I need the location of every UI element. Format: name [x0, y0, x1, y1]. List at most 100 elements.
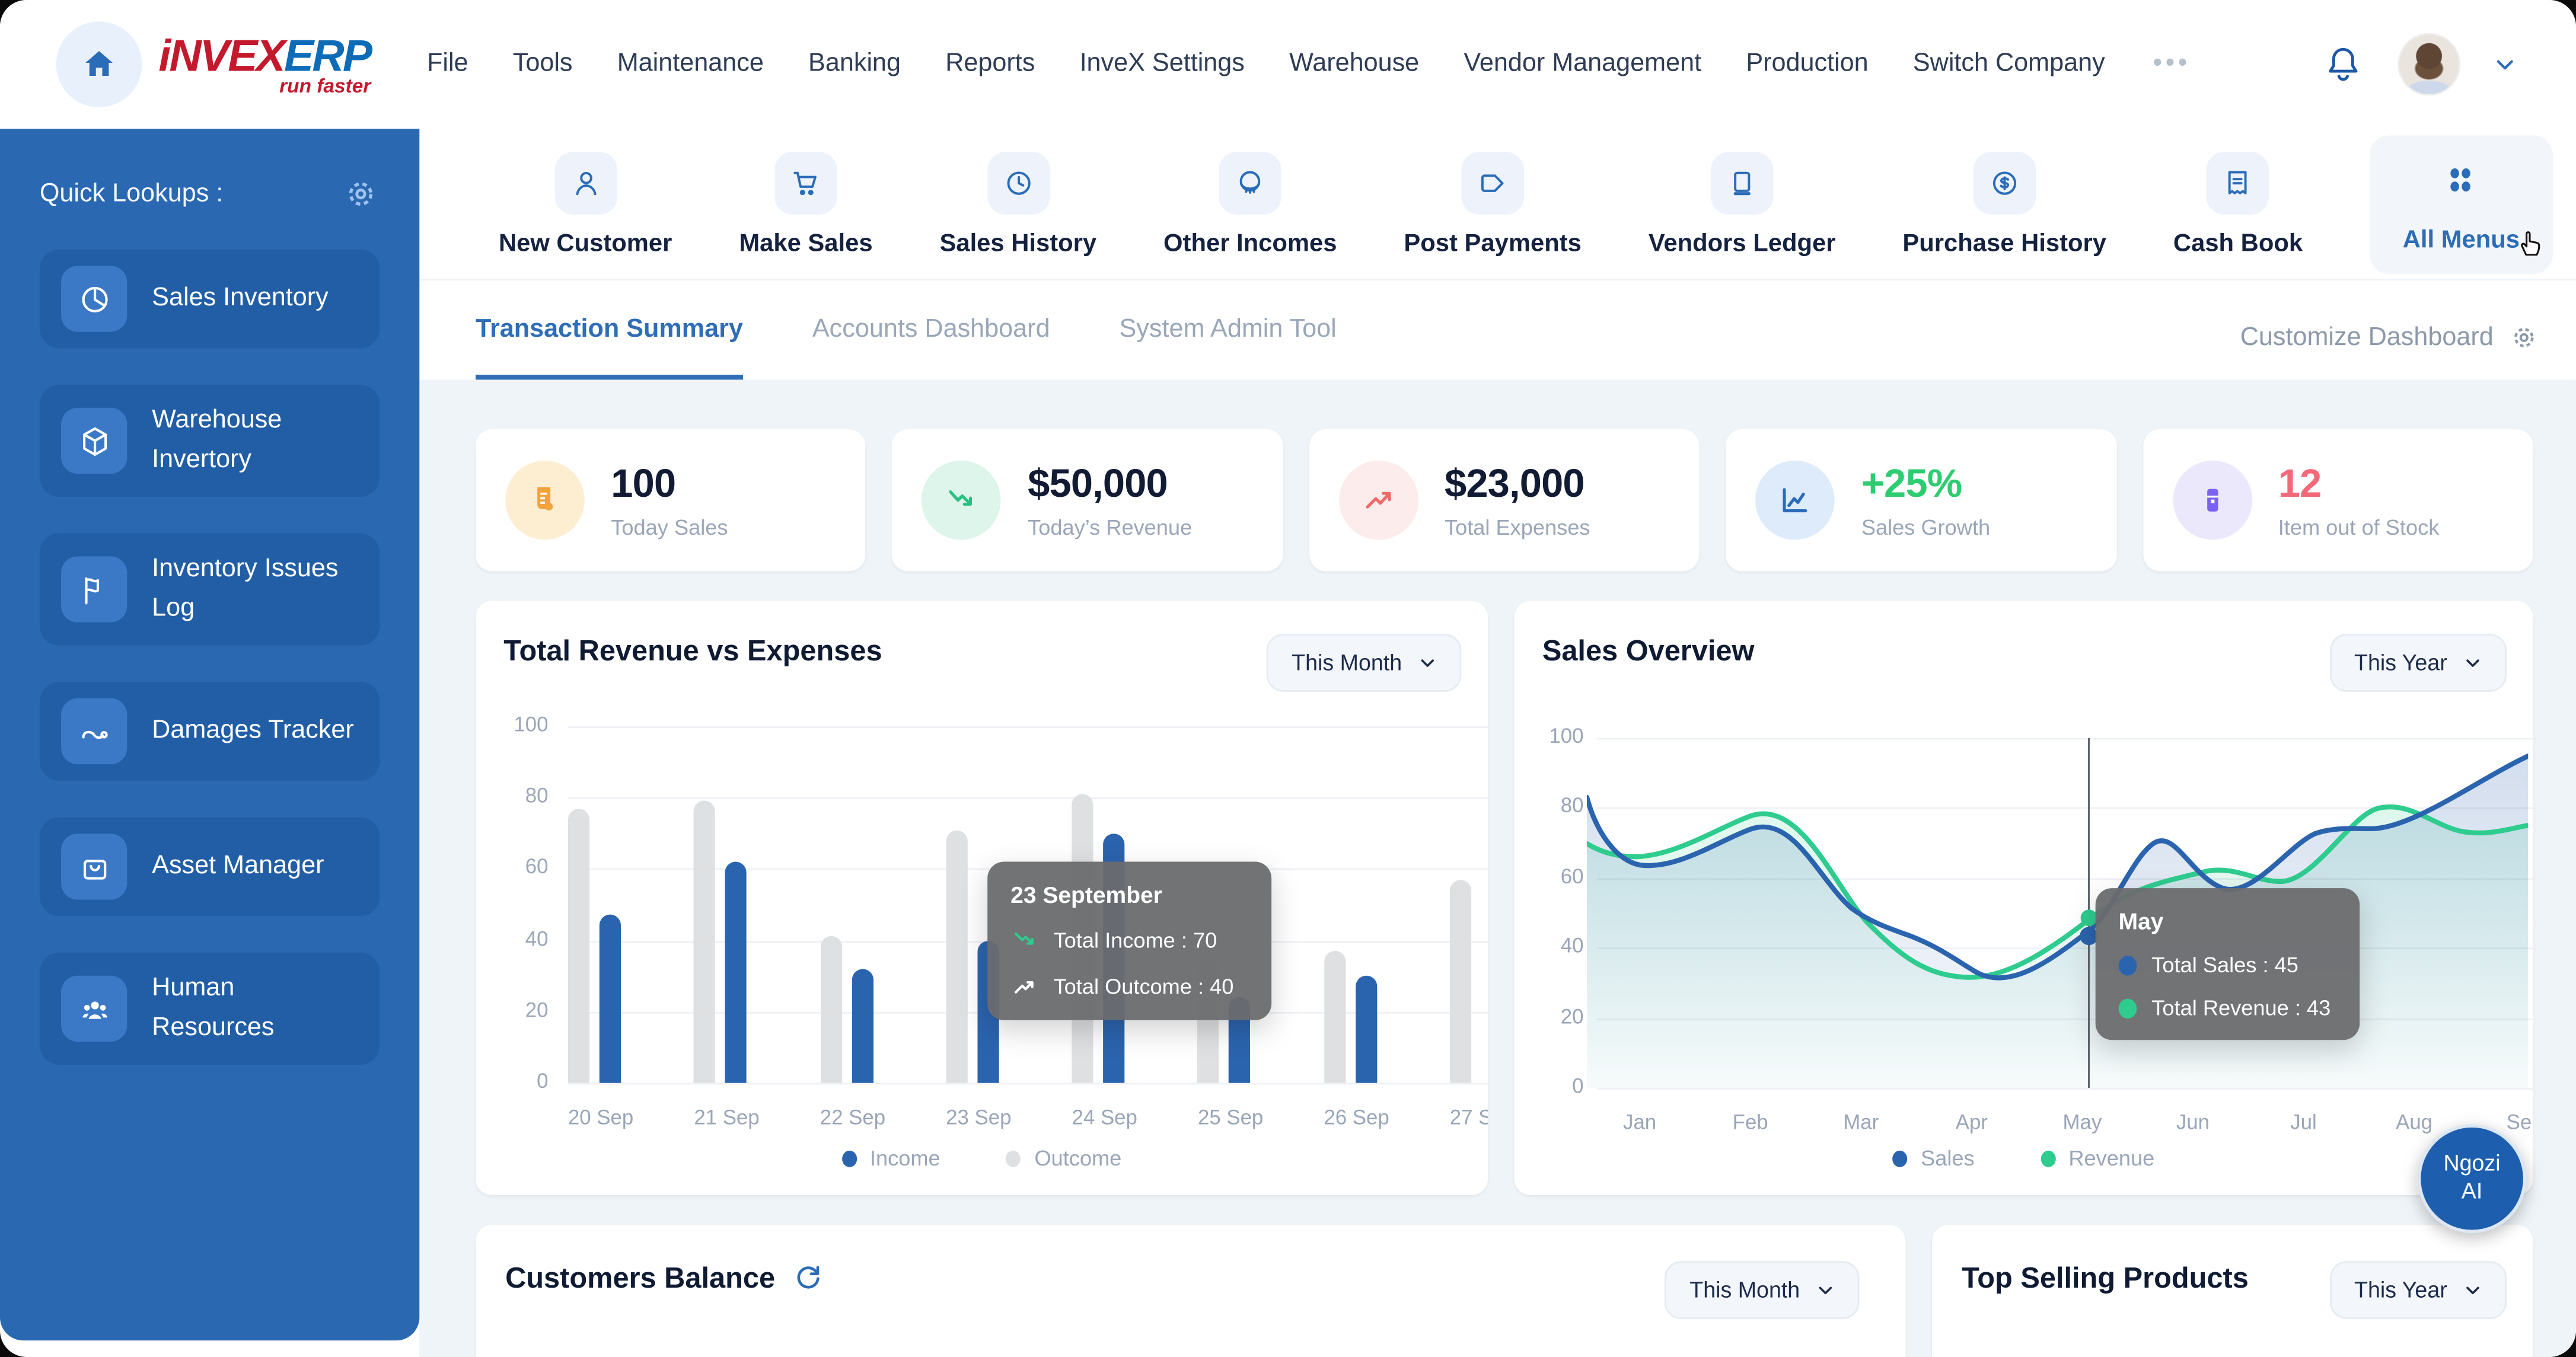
tab-system-admin-tool[interactable]: System Admin Tool — [1120, 315, 1337, 380]
logo-text-red: iNVEX — [158, 31, 284, 81]
action-cash-book[interactable]: Cash Book — [2173, 151, 2303, 257]
bar-outcome[interactable] — [946, 831, 967, 1083]
chevron-down-icon — [1418, 654, 1437, 672]
x-tick-label: Feb — [1733, 1111, 1768, 1134]
sidebar-item-damages-tracker[interactable]: Damages Tracker — [40, 682, 380, 781]
x-tick-label: May — [2062, 1111, 2102, 1134]
action-new-customer[interactable]: New Customer — [499, 151, 672, 257]
trend-up-icon — [1339, 461, 1418, 540]
bar-income[interactable] — [852, 969, 873, 1083]
x-tick-label: 21 Sep — [694, 1106, 747, 1129]
bar-outcome[interactable] — [1450, 880, 1471, 1083]
bar-income[interactable] — [600, 915, 621, 1083]
bar-income[interactable] — [1355, 976, 1376, 1083]
action-sales-history[interactable]: Sales History — [939, 151, 1096, 257]
tab-transaction-summary[interactable]: Transaction Summary — [476, 315, 743, 380]
action-label: Other Incomes — [1163, 229, 1337, 257]
action-purchase-history[interactable]: Purchase History — [1902, 151, 2106, 257]
sidebar-settings-gear-icon[interactable] — [342, 175, 380, 213]
x-tick-label: Jan — [1623, 1111, 1656, 1134]
action-vendors-ledger[interactable]: Vendors Ledger — [1649, 151, 1836, 257]
revenue-range-dropdown[interactable]: This Month — [1267, 634, 1461, 691]
legend-dot — [2041, 1150, 2055, 1166]
legend-sales[interactable]: Sales — [1893, 1146, 1975, 1171]
user-icon — [554, 151, 617, 214]
profile-chevron-down-icon[interactable] — [2494, 53, 2517, 76]
coin-icon — [1219, 151, 1281, 214]
legend-dot — [1893, 1150, 1908, 1166]
bar-income[interactable] — [725, 862, 747, 1083]
menu-item-production[interactable]: Production — [1746, 50, 1868, 79]
menu-item-banking[interactable]: Banking — [808, 50, 901, 79]
sidebar-item-sales-inventory[interactable]: Sales Inventory — [40, 249, 380, 348]
invex-erp-app: iNVEXERP run faster File Tools Maintenan… — [0, 0, 2576, 1357]
menu-overflow-icon[interactable]: ••• — [2153, 50, 2191, 79]
chevron-down-icon — [1816, 1281, 1835, 1299]
people-icon — [61, 976, 127, 1042]
bar-group-22-sep[interactable] — [820, 726, 873, 1083]
menu-item-vendor-management[interactable]: Vendor Management — [1464, 50, 1701, 79]
bar-group-27-sep[interactable] — [1450, 726, 1488, 1083]
home-button[interactable] — [56, 21, 142, 107]
tab-accounts-dashboard[interactable]: Accounts Dashboard — [812, 315, 1050, 380]
bar-group-21-sep[interactable] — [694, 726, 747, 1083]
stat-card-total-expenses: $23,000 Total Expenses — [1309, 429, 1700, 571]
menu-item-switch-company[interactable]: Switch Company — [1913, 50, 2105, 79]
y-tick-label: 0 — [1537, 1075, 1583, 1098]
sidebar-item-warehouse-inventory[interactable]: Warehouse Invertory — [40, 385, 380, 497]
stat-value: +25% — [1861, 461, 1990, 507]
bar-outcome[interactable] — [694, 801, 715, 1083]
menu-item-warehouse[interactable]: Warehouse — [1289, 50, 1419, 79]
action-label: New Customer — [499, 229, 672, 257]
action-other-incomes[interactable]: Other Incomes — [1163, 151, 1337, 257]
sales-dot — [2119, 955, 2137, 975]
action-all-menus[interactable]: All Menus — [2370, 135, 2553, 273]
customers-range-dropdown[interactable]: This Month — [1665, 1261, 1859, 1318]
ai-button-line1: Ngozi — [2443, 1151, 2500, 1179]
menu-item-invex-settings[interactable]: InveX Settings — [1080, 50, 1245, 79]
x-tick-label: 26 Sep — [1324, 1106, 1376, 1129]
stat-value: $50,000 — [1028, 461, 1192, 507]
legend-revenue[interactable]: Revenue — [2041, 1146, 2154, 1171]
ngozi-ai-button[interactable]: Ngozi AI — [2418, 1124, 2527, 1233]
gridline — [568, 1083, 1488, 1085]
sidebar-item-asset-manager[interactable]: Asset Manager — [40, 818, 380, 917]
bar-group-20-sep[interactable] — [568, 726, 621, 1083]
customize-dashboard-button[interactable]: Customize Dashboard — [2240, 322, 2540, 379]
bar-chart-legend: Income Outcome — [476, 1146, 1488, 1171]
products-range-dropdown[interactable]: This Year — [2329, 1261, 2507, 1318]
sidebar-item-inventory-issues-log[interactable]: Inventory Issues Log — [40, 534, 380, 646]
sales-range-dropdown[interactable]: This Year — [2329, 634, 2507, 691]
bell-icon[interactable] — [2322, 43, 2364, 85]
tooltip-outcome: Total Outcome : 40 — [1054, 974, 1234, 999]
bar-outcome[interactable] — [1324, 951, 1345, 1083]
bar-outcome[interactable] — [568, 809, 589, 1083]
revenue-point — [2081, 909, 2097, 926]
stat-card-item-out-of-stock: 12 Item out of Stock — [2143, 429, 2533, 571]
menu-item-tools[interactable]: Tools — [513, 50, 573, 79]
refresh-icon[interactable] — [793, 1263, 825, 1294]
quick-lookups-sidebar: Quick Lookups : Sales Inventory Warehous… — [0, 129, 419, 1340]
menu-item-file[interactable]: File — [427, 50, 468, 79]
legend-dot — [842, 1150, 857, 1166]
menu-item-maintenance[interactable]: Maintenance — [617, 50, 764, 79]
sidebar-item-human-resources[interactable]: Human Resources — [40, 953, 380, 1065]
user-avatar[interactable] — [2398, 33, 2460, 96]
bar-outcome[interactable] — [820, 936, 841, 1083]
action-make-sales[interactable]: Make Sales — [739, 151, 872, 257]
y-tick-label: 40 — [502, 927, 549, 950]
top-menu: File Tools Maintenance Banking Reports I… — [427, 50, 2191, 79]
ledger-icon — [1711, 151, 1774, 214]
legend-outcome[interactable]: Outcome — [1006, 1146, 1121, 1171]
stat-label: Sales Growth — [1861, 514, 1990, 539]
action-post-payments[interactable]: Post Payments — [1404, 151, 1581, 257]
chart-title: Total Revenue vs Expenses — [503, 634, 882, 668]
legend-income[interactable]: Income — [842, 1146, 941, 1171]
dropdown-value: This Year — [2354, 650, 2447, 675]
line-chart-tooltip: May Total Sales : 45 Total Revenue : 43 — [2096, 888, 2360, 1040]
legend-label: Revenue — [2068, 1146, 2154, 1171]
line-chart-legend: Sales Revenue — [1514, 1146, 2533, 1171]
bar-group-26-sep[interactable] — [1324, 726, 1376, 1083]
menu-item-reports[interactable]: Reports — [945, 50, 1035, 79]
y-tick-label: 20 — [1537, 1005, 1583, 1028]
